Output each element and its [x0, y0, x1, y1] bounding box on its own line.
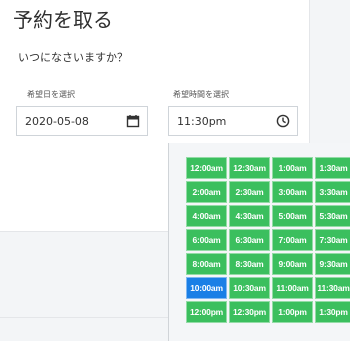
time-slot[interactable]: 6:30am [229, 229, 270, 251]
time-slot[interactable]: 2:30am [229, 181, 270, 203]
time-slot[interactable]: 3:30am [315, 181, 350, 203]
date-label: 希望日を選択 [27, 90, 75, 99]
question-text: いつになさいますか？ [18, 51, 128, 64]
time-slot[interactable]: 1:00am [272, 157, 313, 179]
time-slot[interactable]: 1:30am [315, 157, 350, 179]
time-slot[interactable]: 9:00am [272, 253, 313, 275]
clock-icon[interactable] [276, 114, 290, 128]
time-value: 11:30pm [177, 115, 227, 128]
time-slot[interactable]: 12:00pm [186, 301, 227, 323]
time-slot[interactable]: 12:00am [186, 157, 227, 179]
time-slot[interactable]: 5:00am [272, 205, 313, 227]
time-slot[interactable]: 10:30am [229, 277, 270, 299]
time-slot[interactable]: 6:00am [186, 229, 227, 251]
time-slot[interactable]: 4:30am [229, 205, 270, 227]
timepicker-popup: 12:00am 12:30am 1:00am 1:30am 2:00am 2:30am 3:… [168, 143, 350, 341]
page-title: 予約を取る [13, 8, 113, 32]
time-slot[interactable]: 5:30am [315, 205, 350, 227]
time-slot[interactable]: 3:00am [272, 181, 313, 203]
time-slot[interactable]: 1:30pm [315, 301, 350, 323]
time-slot[interactable]: 2:00am [186, 181, 227, 203]
time-slot[interactable]: 11:30am [315, 277, 350, 299]
time-slot[interactable]: 7:00am [272, 229, 313, 251]
time-slot[interactable]: 8:00am [186, 253, 227, 275]
time-field[interactable]: 11:30pm [168, 106, 298, 136]
timepicker-grid: 12:00am 12:30am 1:00am 1:30am 2:00am 2:30am 3:… [186, 157, 350, 323]
time-slot[interactable]: 11:00am [272, 277, 313, 299]
date-field[interactable]: 2020-05-08 [16, 106, 148, 136]
divider [0, 317, 168, 318]
time-slot[interactable]: 12:30pm [229, 301, 270, 323]
time-slot[interactable]: 7:30am [315, 229, 350, 251]
time-label: 希望時間を選択 [173, 90, 229, 99]
time-slot[interactable]: 10:00am [186, 277, 227, 299]
calendar-icon[interactable] [126, 114, 140, 128]
time-slot[interactable]: 12:30am [229, 157, 270, 179]
time-slot[interactable]: 1:00pm [272, 301, 313, 323]
date-value: 2020-05-08 [25, 115, 89, 128]
time-slot[interactable]: 9:30am [315, 253, 350, 275]
time-slot[interactable]: 8:30am [229, 253, 270, 275]
time-slot[interactable]: 4:00am [186, 205, 227, 227]
